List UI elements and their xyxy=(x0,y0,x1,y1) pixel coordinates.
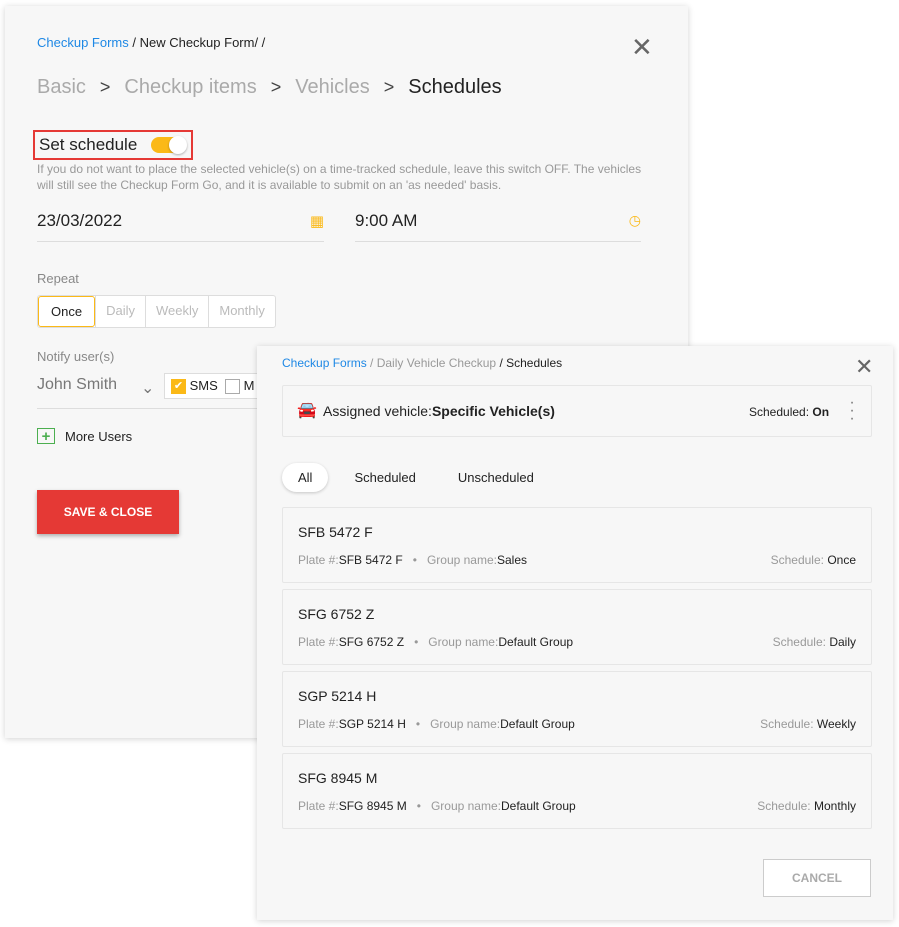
schedule-hint: If you do not want to place the selected… xyxy=(37,162,642,192)
plus-icon: + xyxy=(37,428,55,445)
close-icon[interactable]: ✕ xyxy=(631,34,653,60)
time-field[interactable]: 9:00 AM ◷ xyxy=(355,206,641,242)
vehicle-meta: Plate #:SFG 6752 Z • Group name:Default Gr… xyxy=(298,635,574,649)
breadcrumb-link-checkup-forms[interactable]: Checkup Forms xyxy=(282,356,367,370)
breadcrumb: Checkup Forms / Daily Vehicle Checkup / … xyxy=(282,356,562,370)
dot-separator-icon: • xyxy=(414,635,419,649)
tab-all[interactable]: All xyxy=(282,463,329,492)
vehicle-schedule: Schedule: Daily xyxy=(772,635,856,649)
schedules-panel: Checkup Forms / Daily Vehicle Checkup / … xyxy=(257,346,893,920)
vehicle-item[interactable]: SGP 5214 H Plate #:SGP 5214 H • Group name… xyxy=(282,671,872,747)
chevron-right-icon: > xyxy=(99,77,111,97)
clock-icon[interactable]: ◷ xyxy=(629,212,641,229)
vehicle-meta: Plate #:SFB 5472 F • Group name:Sales xyxy=(298,553,528,567)
chevron-right-icon: > xyxy=(270,77,282,97)
step-basic[interactable]: Basic xyxy=(37,76,86,99)
step-vehicles[interactable]: Vehicles xyxy=(295,76,370,99)
vehicle-meta: Plate #:SFG 8945 M • Group name:Default Gr… xyxy=(298,799,576,813)
dot-separator-icon: • xyxy=(415,717,421,731)
vehicle-name: SGP 5214 H xyxy=(298,688,377,704)
breadcrumb-rest: / New Checkup Form/ / xyxy=(128,35,266,50)
notify-label: Notify user(s) xyxy=(37,349,115,364)
more-users-button[interactable]: + More Users xyxy=(37,428,133,445)
tab-unscheduled[interactable]: Unscheduled xyxy=(442,463,550,492)
vehicle-item[interactable]: SFG 8945 M Plate #:SFG 8945 M • Group name… xyxy=(282,753,872,829)
close-icon[interactable]: ✕ xyxy=(855,356,873,378)
chevron-right-icon: > xyxy=(383,77,395,97)
dot-separator-icon: • xyxy=(412,553,417,567)
repeat-once[interactable]: Once xyxy=(38,296,96,327)
step-checkup-items[interactable]: Checkup items xyxy=(124,76,256,99)
vehicle-meta: Plate #:SGP 5214 H • Group name:Default Gr… xyxy=(298,717,575,731)
car-icon: 🚘 xyxy=(297,402,317,419)
vehicle-name: SFG 8945 M xyxy=(298,770,378,786)
vehicle-name: SFB 5472 F xyxy=(298,524,373,540)
set-schedule-toggle[interactable] xyxy=(151,136,188,154)
save-close-button[interactable]: SAVE & CLOSE xyxy=(37,490,179,534)
more-users-label: More Users xyxy=(65,428,133,444)
assigned-vehicle-card: 🚘 Assigned vehicle:Specific Vehicle(s) S… xyxy=(282,385,872,437)
dot-separator-icon: • xyxy=(416,799,421,813)
vehicle-schedule: Schedule: Weekly xyxy=(760,717,856,731)
stepper: Basic > Checkup items > Vehicles > Schedule… xyxy=(37,76,502,99)
set-schedule-row: Set schedule xyxy=(33,130,194,160)
breadcrumb: Checkup Forms / New Checkup Form/ / xyxy=(37,35,265,50)
sms-label: SMS xyxy=(189,378,218,393)
calendar-icon[interactable]: ▦ xyxy=(310,212,324,230)
assigned-vehicle-text: Assigned vehicle:Specific Vehicle(s) xyxy=(323,403,555,419)
cancel-button[interactable]: CANCEL xyxy=(763,859,871,897)
breadcrumb-link-checkup-forms[interactable]: Checkup Forms xyxy=(37,35,129,50)
vehicle-name: SFG 6752 Z xyxy=(298,606,375,622)
mail-label: M xyxy=(243,378,255,393)
chevron-down-icon[interactable]: ⌄ xyxy=(141,378,154,398)
filter-tabs: All Scheduled Unscheduled xyxy=(282,463,550,492)
repeat-monthly[interactable]: Monthly xyxy=(208,296,275,327)
repeat-selector: Once Daily Weekly Monthly xyxy=(37,295,276,328)
mail-checkbox[interactable] xyxy=(225,379,241,395)
repeat-weekly[interactable]: Weekly xyxy=(144,296,208,327)
notify-user-select[interactable]: John Smith xyxy=(37,376,117,394)
vehicle-item[interactable]: SFB 5472 F Plate #:SFB 5472 F • Group name… xyxy=(282,507,872,583)
sms-checkbox[interactable]: ✔ xyxy=(171,379,186,395)
vehicle-schedule: Schedule: Monthly xyxy=(757,799,856,813)
repeat-daily[interactable]: Daily xyxy=(95,296,145,327)
scheduled-status: Scheduled: On xyxy=(749,405,830,419)
repeat-label: Repeat xyxy=(37,271,79,286)
breadcrumb-current: / Schedules xyxy=(496,356,563,370)
breadcrumb-form[interactable]: / Daily Vehicle Checkup xyxy=(367,356,496,370)
set-schedule-label: Set schedule xyxy=(39,135,138,154)
date-value: 23/03/2022 xyxy=(37,210,123,230)
more-options-icon[interactable]: · · · xyxy=(849,395,855,427)
vehicle-schedule: Schedule: Once xyxy=(770,553,856,567)
step-schedules[interactable]: Schedules xyxy=(408,76,501,99)
time-value: 9:00 AM xyxy=(355,210,418,230)
date-field[interactable]: 23/03/2022 ▦ xyxy=(37,206,324,242)
vehicle-item[interactable]: SFG 6752 Z Plate #:SFG 6752 Z • Group name… xyxy=(282,589,872,665)
tab-scheduled[interactable]: Scheduled xyxy=(338,463,431,492)
